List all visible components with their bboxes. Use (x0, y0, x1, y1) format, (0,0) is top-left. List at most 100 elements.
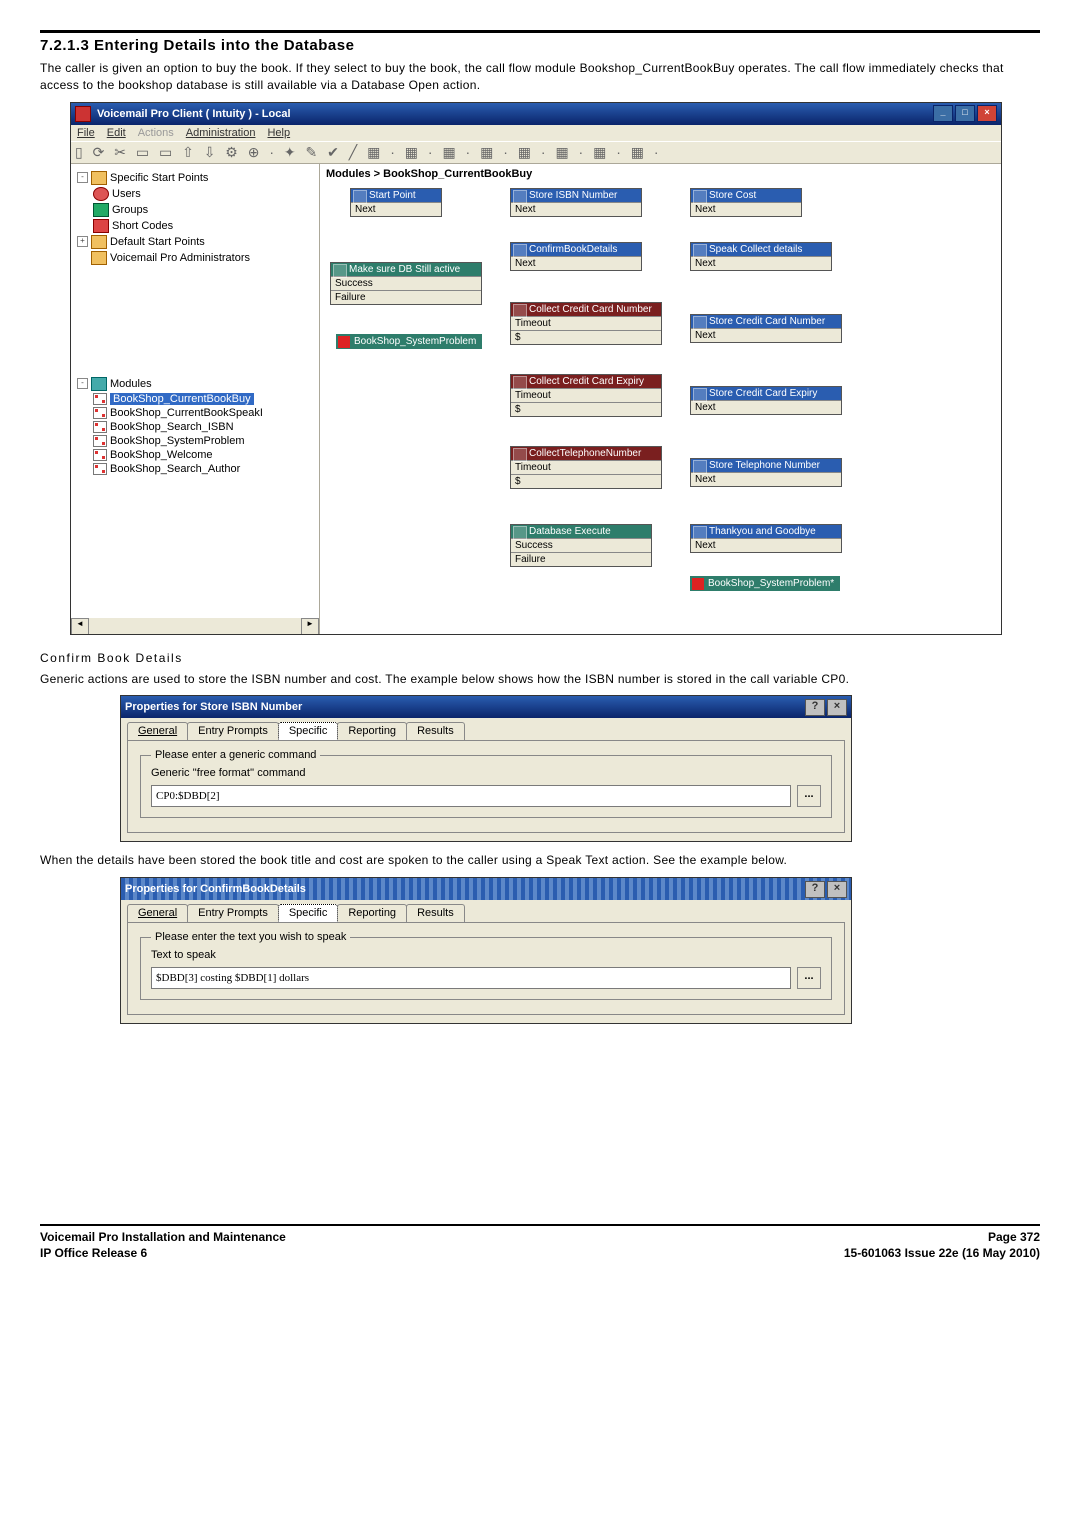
tab-entry-prompts[interactable]: Entry Prompts (187, 722, 279, 740)
gear-icon (693, 526, 707, 540)
browse-button[interactable]: ... (797, 967, 821, 989)
module-systemproblem[interactable]: BookShop_SystemProblem (110, 435, 245, 447)
menu-file[interactable]: File (77, 127, 95, 139)
close-button[interactable]: × (827, 881, 847, 898)
generic-command-group: Please enter a generic command Generic '… (140, 749, 832, 818)
tab-general[interactable]: General (127, 722, 188, 740)
play-icon (353, 190, 367, 204)
shortcodes-icon (93, 219, 109, 233)
menu-help[interactable]: Help (267, 127, 290, 139)
dialog-confirm-book-details: Properties for ConfirmBookDetails ? × Ge… (120, 877, 852, 1024)
tab-general[interactable]: General (127, 904, 188, 922)
node-collect-cc-expiry[interactable]: Collect Credit Card Expiry Timeout $ (510, 374, 662, 417)
toolbar[interactable]: ▯ ⟳ ✂ ▭ ▭ ⇧ ⇩ ⚙ ⊕ · ✦ ✎ ✔ ╱ ▦ · ▦ · ▦ · … (71, 141, 1001, 164)
gear-icon (693, 316, 707, 330)
tab-entry-prompts[interactable]: Entry Prompts (187, 904, 279, 922)
gear-icon (513, 190, 527, 204)
footer-doc-title: Voicemail Pro Installation and Maintenan… (40, 1230, 286, 1246)
help-button[interactable]: ? (805, 699, 825, 716)
node-goto-systemproblem-1[interactable]: BookShop_SystemProblem (336, 334, 482, 349)
tab-specific[interactable]: Specific (278, 904, 339, 922)
speak-label: Text to speak (151, 949, 821, 961)
module-currentbookbuy[interactable]: BookShop_CurrentBookBuy (110, 393, 254, 405)
node-store-telephone[interactable]: Store Telephone Number Next (690, 458, 842, 487)
db-icon (513, 526, 527, 540)
node-collect-telephone[interactable]: CollectTelephoneNumber Timeout $ (510, 446, 662, 489)
goto-icon (692, 578, 704, 590)
node-store-isbn[interactable]: Store ISBN Number Next (510, 188, 642, 217)
node-thankyou[interactable]: Thankyou and Goodbye Next (690, 524, 842, 553)
node-store-cc-number[interactable]: Store Credit Card Number Next (690, 314, 842, 343)
node-goto-systemproblem-2[interactable]: BookShop_SystemProblem* (690, 576, 840, 591)
tab-reporting[interactable]: Reporting (337, 722, 407, 740)
callflow-canvas[interactable]: Modules > BookShop_CurrentBookBuy Start … (320, 164, 1001, 634)
node-speak-collect[interactable]: Speak Collect details Next (690, 242, 832, 271)
node-store-cost[interactable]: Store Cost Next (690, 188, 802, 217)
node-collect-cc-number[interactable]: Collect Credit Card Number Timeout $ (510, 302, 662, 345)
menu-administration[interactable]: Administration (186, 127, 256, 139)
module-icon (93, 435, 107, 447)
scroll-right-icon[interactable]: ► (301, 618, 319, 634)
group-legend: Please enter a generic command (151, 749, 320, 761)
command-label: Generic ''free format'' command (151, 767, 821, 779)
node-db-execute[interactable]: Database Execute Success Failure (510, 524, 652, 567)
tree-default-start[interactable]: Default Start Points (110, 236, 205, 248)
dialog-title: Properties for ConfirmBookDetails (125, 883, 306, 895)
tab-results[interactable]: Results (406, 722, 465, 740)
window-titlebar[interactable]: Voicemail Pro Client ( Intuity ) - Local… (71, 103, 1001, 125)
app-icon (75, 106, 91, 122)
tree-scrollbar[interactable]: ◄ ► (71, 618, 319, 634)
close-button[interactable]: × (977, 105, 997, 122)
users-icon (93, 187, 109, 201)
gear-icon (693, 460, 707, 474)
speak-text-input[interactable] (151, 967, 791, 989)
folder-icon (91, 251, 107, 265)
node-store-cc-expiry[interactable]: Store Credit Card Expiry Next (690, 386, 842, 415)
generic-command-input[interactable] (151, 785, 791, 807)
tab-results[interactable]: Results (406, 904, 465, 922)
modules-icon (91, 377, 107, 391)
voicemail-pro-window: Voicemail Pro Client ( Intuity ) - Local… (70, 102, 1002, 635)
module-currentbookspeak[interactable]: BookShop_CurrentBookSpeakI (110, 407, 263, 419)
tree-users[interactable]: Users (112, 188, 141, 200)
scroll-left-icon[interactable]: ◄ (71, 618, 89, 634)
browse-button[interactable]: ... (797, 785, 821, 807)
tree-shortcodes[interactable]: Short Codes (112, 220, 173, 232)
tab-reporting[interactable]: Reporting (337, 904, 407, 922)
maximize-button[interactable]: □ (955, 105, 975, 122)
speak-icon (693, 244, 707, 258)
module-welcome[interactable]: BookShop_Welcome (110, 449, 213, 461)
navigation-tree[interactable]: - Specific Start Points Users Groups Shor… (75, 170, 315, 476)
section-heading: 7.2.1.3 Entering Details into the Databa… (40, 37, 1040, 54)
dialog-titlebar[interactable]: Properties for ConfirmBookDetails ? × (121, 878, 851, 900)
dialog-store-isbn: Properties for Store ISBN Number ? × Gen… (120, 695, 852, 842)
keypad-icon (513, 376, 527, 390)
dialog-titlebar[interactable]: Properties for Store ISBN Number ? × (121, 696, 851, 718)
tree-specific-start[interactable]: Specific Start Points (110, 172, 208, 184)
node-start-point[interactable]: Start Point Next (350, 188, 442, 217)
minimize-button[interactable]: _ (933, 105, 953, 122)
tree-groups[interactable]: Groups (112, 204, 148, 216)
tree-vm-admins[interactable]: Voicemail Pro Administrators (110, 252, 250, 264)
module-icon (93, 463, 107, 475)
gear-icon (693, 388, 707, 402)
node-confirm-book-details[interactable]: ConfirmBookDetails Next (510, 242, 642, 271)
expand-icon[interactable]: + (77, 236, 88, 247)
expand-icon[interactable]: - (77, 378, 88, 389)
help-button[interactable]: ? (805, 881, 825, 898)
menu-edit[interactable]: Edit (107, 127, 126, 139)
generic-actions-paragraph: Generic actions are used to store the IS… (40, 671, 1040, 688)
module-search-isbn[interactable]: BookShop_Search_ISBN (110, 421, 234, 433)
folder-icon (91, 235, 107, 249)
module-search-author[interactable]: BookShop_Search_Author (110, 463, 240, 475)
dialog-tabs: General Entry Prompts Specific Reporting… (121, 900, 851, 922)
speak-text-group: Please enter the text you wish to speak … (140, 931, 832, 1000)
node-db-active[interactable]: Make sure DB Still active Success Failur… (330, 262, 482, 305)
page-footer: Voicemail Pro Installation and Maintenan… (40, 1230, 1040, 1261)
close-button[interactable]: × (827, 699, 847, 716)
tree-modules-root[interactable]: Modules (110, 378, 152, 390)
confirm-book-heading: Confirm Book Details (40, 651, 1040, 665)
expand-icon[interactable]: - (77, 172, 88, 183)
tab-specific[interactable]: Specific (278, 722, 339, 740)
bottom-rule (40, 1224, 1040, 1226)
